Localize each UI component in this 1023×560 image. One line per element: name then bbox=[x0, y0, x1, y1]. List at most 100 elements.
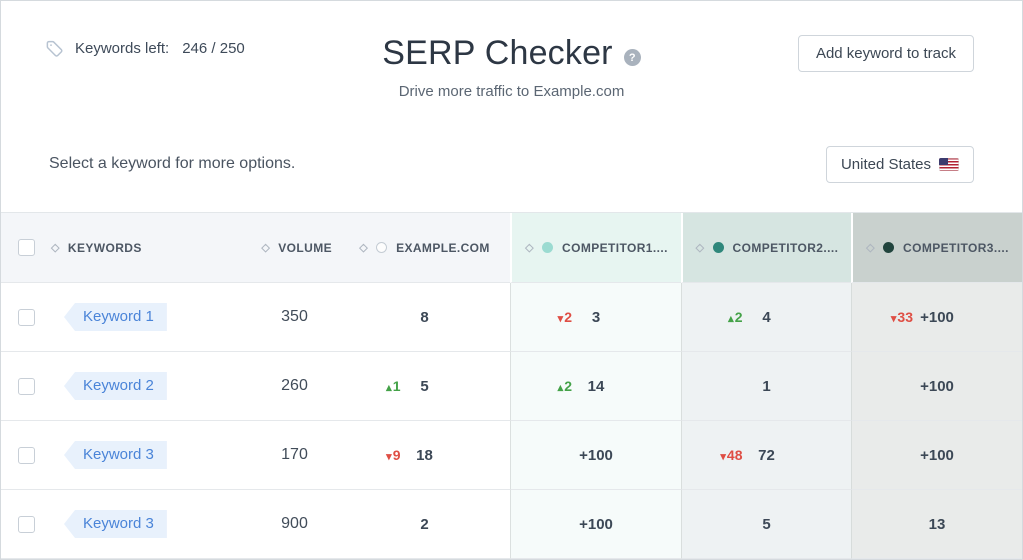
sort-icon[interactable]: ◇ bbox=[525, 241, 534, 254]
column-header-competitor2[interactable]: ◇ COMPETITOR2.... bbox=[681, 213, 851, 283]
column-header-label: COMPETITOR1.... bbox=[562, 240, 668, 255]
competitor2-rank-cell: ▴2 4 bbox=[681, 283, 851, 352]
select-all-cell bbox=[1, 213, 51, 283]
row-checkbox[interactable] bbox=[17, 515, 35, 533]
sort-icon[interactable]: ◇ bbox=[696, 241, 705, 254]
keyword-cell: Keyword 2 bbox=[51, 352, 250, 421]
competitor2-rank-cell: ▾48 72 bbox=[681, 421, 851, 490]
competitor3-rank-cell: +100 bbox=[851, 421, 1022, 490]
rank-value: 4 bbox=[762, 308, 771, 326]
page-subtitle: Drive more traffic to Example.com bbox=[398, 83, 625, 100]
rank-change-up: ▴2 bbox=[557, 378, 572, 394]
column-header-volume[interactable]: ◇ VOLUME bbox=[250, 213, 339, 283]
rank-value: 5 bbox=[420, 377, 429, 395]
serp-checker-card: Keywords left: 246 / 250 SERP Checker ? D… bbox=[0, 0, 1023, 560]
down-arrow-icon: ▾ bbox=[557, 313, 564, 325]
rank-change-up: ▴2 bbox=[728, 309, 743, 325]
row-checkbox-cell bbox=[1, 421, 51, 490]
down-arrow-icon: ▾ bbox=[386, 451, 392, 463]
competitor2-rank-cell: 1 bbox=[681, 352, 851, 421]
column-header-example[interactable]: ◇ EXAMPLE.COM bbox=[339, 213, 510, 283]
column-header-label: COMPETITOR2.... bbox=[732, 240, 839, 255]
competitor1-marker-icon bbox=[542, 242, 554, 253]
example-rank-cell: 2 bbox=[339, 490, 510, 559]
keyword-tag[interactable]: Keyword 3 bbox=[64, 510, 167, 538]
column-header-label: VOLUME bbox=[278, 240, 332, 255]
volume-cell: 260 bbox=[250, 352, 339, 421]
row-checkbox[interactable] bbox=[17, 308, 35, 326]
rank-change-down: ▾48 bbox=[720, 447, 743, 463]
column-header-competitor1[interactable]: ◇ COMPETITOR1.... bbox=[510, 213, 681, 283]
keyword-tag[interactable]: Keyword 2 bbox=[64, 372, 167, 400]
competitor2-marker-icon bbox=[712, 242, 724, 253]
keyword-cell: Keyword 3 bbox=[51, 490, 250, 559]
tag-icon bbox=[46, 40, 63, 57]
rank-value: 2 bbox=[420, 515, 429, 533]
competitor1-rank-cell: +100 bbox=[510, 490, 681, 559]
competitor3-rank-cell: 13 bbox=[851, 490, 1022, 559]
keyword-tag[interactable]: Keyword 3 bbox=[64, 441, 167, 469]
keyword-tag[interactable]: Keyword 1 bbox=[64, 303, 167, 331]
sort-icon[interactable]: ◇ bbox=[261, 241, 270, 254]
competitor3-rank-cell: ▾33 +100 bbox=[851, 283, 1022, 352]
rank-value: 18 bbox=[416, 446, 433, 464]
country-selector-label: United States bbox=[840, 156, 931, 173]
sort-icon[interactable]: ◇ bbox=[51, 241, 60, 254]
help-icon[interactable]: ? bbox=[623, 49, 641, 66]
rank-value: 1 bbox=[762, 377, 771, 395]
rank-value: 72 bbox=[758, 446, 775, 464]
up-arrow-icon: ▴ bbox=[386, 382, 392, 394]
rank-value: +100 bbox=[579, 515, 613, 533]
example-rank-cell: ▴1 5 bbox=[339, 352, 510, 421]
rank-change-down: ▾33 bbox=[890, 309, 913, 325]
volume-cell: 170 bbox=[250, 421, 339, 490]
rank-value: +100 bbox=[920, 308, 954, 326]
competitor1-rank-cell: +100 bbox=[510, 421, 681, 490]
rank-value: 13 bbox=[928, 515, 946, 533]
volume-cell: 900 bbox=[250, 490, 339, 559]
rank-value: +100 bbox=[920, 377, 954, 395]
rank-value: 3 bbox=[591, 308, 601, 326]
row-checkbox-cell bbox=[1, 283, 51, 352]
row-checkbox-cell bbox=[1, 490, 51, 559]
keyword-cell: Keyword 1 bbox=[51, 283, 250, 352]
select-all-checkbox[interactable] bbox=[17, 239, 35, 256]
up-arrow-icon: ▴ bbox=[557, 382, 564, 394]
column-header-label: COMPETITOR3.... bbox=[903, 240, 1009, 255]
volume-value: 260 bbox=[281, 377, 308, 394]
rank-change-up: ▴1 bbox=[386, 378, 401, 394]
column-header-label: EXAMPLE.COM bbox=[396, 240, 490, 255]
volume-cell: 350 bbox=[250, 283, 339, 352]
select-keyword-hint: Select a keyword for more options. bbox=[49, 155, 296, 172]
volume-value: 350 bbox=[281, 308, 308, 325]
rank-value: 5 bbox=[762, 515, 771, 533]
row-checkbox[interactable] bbox=[17, 377, 35, 395]
example-marker-icon bbox=[376, 242, 388, 253]
example-rank-cell: ▾9 18 bbox=[339, 421, 510, 490]
keywords-left-counter: Keywords left: 246 / 250 bbox=[45, 39, 245, 58]
column-header-competitor3[interactable]: ◇ COMPETITOR3.... bbox=[851, 213, 1022, 283]
competitor1-rank-cell: ▴2 14 bbox=[510, 352, 681, 421]
country-selector[interactable]: United States bbox=[825, 146, 974, 183]
sort-icon[interactable]: ◇ bbox=[359, 241, 368, 254]
rank-value: 8 bbox=[420, 308, 429, 326]
add-keyword-button[interactable]: Add keyword to track bbox=[797, 35, 974, 72]
row-checkbox-cell bbox=[1, 352, 51, 421]
down-arrow-icon: ▾ bbox=[890, 313, 897, 325]
down-arrow-icon: ▾ bbox=[720, 451, 726, 463]
column-header-keywords[interactable]: ◇ KEYWORDS bbox=[51, 213, 250, 283]
volume-value: 170 bbox=[281, 446, 308, 463]
column-header-label: KEYWORDS bbox=[67, 240, 142, 255]
keywords-left-label: Keywords left: bbox=[75, 40, 170, 57]
row-checkbox[interactable] bbox=[17, 446, 35, 464]
page-title: SERP Checker bbox=[382, 34, 613, 72]
volume-value: 900 bbox=[281, 515, 308, 532]
keyword-cell: Keyword 3 bbox=[51, 421, 250, 490]
up-arrow-icon: ▴ bbox=[728, 313, 734, 325]
sort-icon[interactable]: ◇ bbox=[866, 241, 875, 254]
competitor3-marker-icon bbox=[883, 242, 895, 253]
rank-change-down: ▾9 bbox=[386, 447, 401, 463]
competitor2-rank-cell: 5 bbox=[681, 490, 851, 559]
rank-value: +100 bbox=[920, 446, 954, 464]
competitor1-rank-cell: ▾2 3 bbox=[510, 283, 681, 352]
